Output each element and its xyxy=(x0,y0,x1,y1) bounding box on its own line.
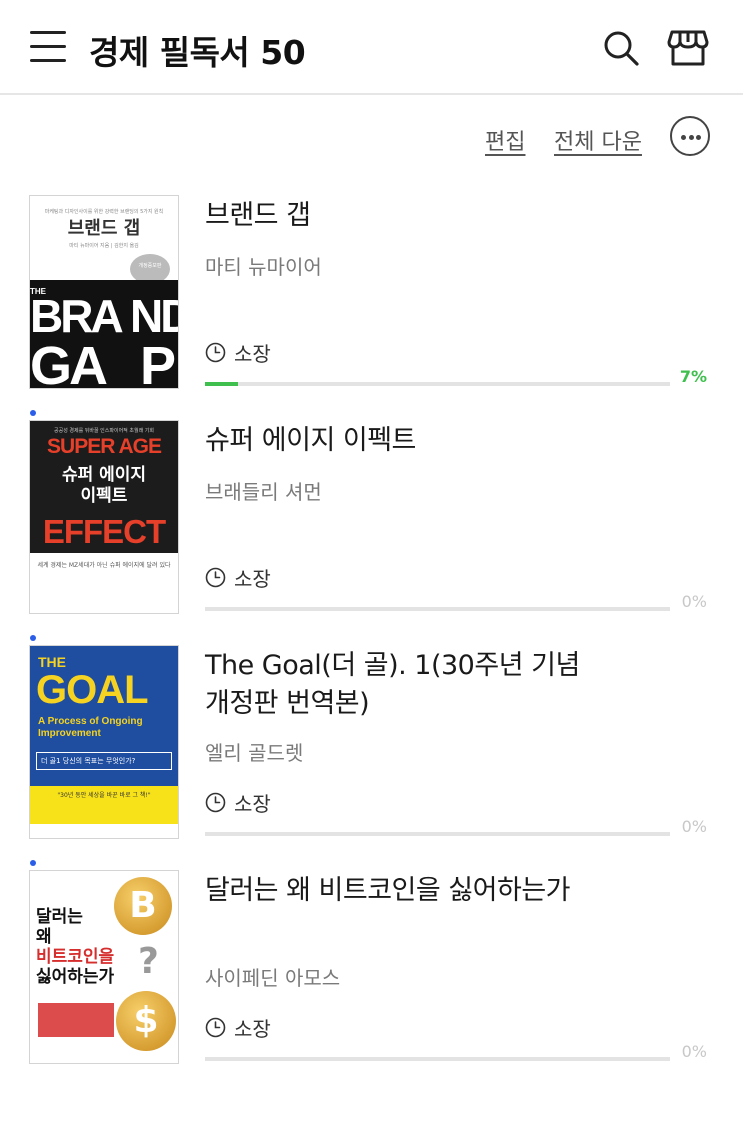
book-title: The Goal(더 골). 1(30주년 기념 개정판 번역본) xyxy=(205,650,580,719)
cover-title-line: 싫어하는가 xyxy=(36,967,115,987)
cover-tagline: 공공성 경제를 뒤바꿀 인스파이어적 초월래 기회 xyxy=(54,428,154,434)
cover-title-line: 비트코인을 xyxy=(36,947,115,967)
cover-top-text: SUPER AGE xyxy=(47,435,162,458)
new-indicator-dot xyxy=(30,860,36,866)
list-toolbar: 편집 전체 다운 xyxy=(0,116,743,160)
bitcoin-coin-icon: B xyxy=(114,877,172,935)
svg-text:BRA: BRA xyxy=(30,290,122,342)
book-author: 브래들리 셔먼 xyxy=(205,480,322,504)
cover-subtitle-line: A Process of Ongoing xyxy=(38,716,143,727)
book-cover: THE GOAL A Process of Ongoing Improvemen… xyxy=(29,645,179,839)
cover-goal: GOAL xyxy=(36,668,149,712)
owned-status: 소장 xyxy=(205,565,271,591)
cover-subtitle-line: Improvement xyxy=(38,728,101,739)
download-all-button[interactable]: 전체 다운 xyxy=(554,124,642,156)
cover-bottom-text: EFFECT xyxy=(42,513,166,550)
book-item[interactable]: THE GOAL A Process of Ongoing Improvemen… xyxy=(0,645,743,845)
dollar-coin-icon: $ xyxy=(116,991,176,1051)
progress-percent: 0% xyxy=(681,592,707,611)
svg-text:P: P xyxy=(140,336,176,388)
reading-progress-bar xyxy=(205,607,670,611)
cover-title-line: 달러는 xyxy=(36,907,83,927)
new-indicator-dot xyxy=(30,410,36,416)
reading-progress-bar xyxy=(205,1057,670,1061)
owned-label: 소장 xyxy=(234,1016,271,1041)
coin-symbol: $ xyxy=(133,1000,159,1041)
menu-icon[interactable] xyxy=(28,30,68,64)
svg-text:ND: ND xyxy=(130,290,178,342)
cover-title-line: 왜 xyxy=(36,927,52,947)
owned-status: 소장 xyxy=(205,340,271,366)
cover-band: 더 골1 당신의 목표는 무엇인가? xyxy=(36,752,172,770)
reading-progress-bar xyxy=(205,832,670,836)
owned-label: 소장 xyxy=(234,566,271,591)
cover-title: 달러는 왜 비트코인을 싫어하는가 xyxy=(36,907,114,987)
owned-label: 소장 xyxy=(234,341,271,366)
book-cover: B ? $ 달러는 왜 비트코인을 싫어하는가 xyxy=(29,870,179,1064)
book-item[interactable]: 마케팅과 디자인사이를 위한 강력한 브랜딩의 5가지 원칙 브랜드 갭 마티 … xyxy=(0,195,743,395)
progress-percent: 7% xyxy=(679,367,707,386)
cover-quote: "30년 동안 세상을 바꾼 바로 그 책!" xyxy=(30,786,178,824)
clock-icon xyxy=(205,567,226,587)
book-author: 마티 뉴마이어 xyxy=(205,255,322,279)
app-header: 경제 필독서 50 xyxy=(0,0,743,95)
clock-icon xyxy=(205,1017,226,1037)
book-title: 슈퍼 에이지 이펙트 xyxy=(205,425,416,456)
owned-status: 소장 xyxy=(205,1015,271,1041)
book-author: 사이페딘 아모스 xyxy=(205,966,341,990)
edit-button[interactable]: 편집 xyxy=(485,124,525,156)
reading-progress-bar xyxy=(205,382,670,386)
progress-percent: 0% xyxy=(681,817,707,836)
clock-icon xyxy=(205,792,226,812)
clock-icon xyxy=(205,342,226,362)
page-title: 경제 필독서 50 xyxy=(89,33,306,72)
book-cover: 공공성 경제를 뒤바꿀 인스파이어적 초월래 기회 SUPER AGE 슈퍼 에… xyxy=(29,420,179,614)
book-cover: 마케팅과 디자인사이를 위한 강력한 브랜딩의 5가지 원칙 브랜드 갭 마티 … xyxy=(29,195,179,389)
book-title: 달러는 왜 비트코인을 싫어하는가 xyxy=(205,875,571,906)
book-item[interactable]: B ? $ 달러는 왜 비트코인을 싫어하는가 달러는 왜 비트코인을 싫어하는… xyxy=(0,870,743,1070)
cover-author: 마티 뉴마이어 지음 | 김한지 옮김 xyxy=(69,243,139,249)
coin-symbol: B xyxy=(129,885,157,926)
owned-status: 소장 xyxy=(205,790,271,816)
book-author: 엘리 골드렛 xyxy=(205,741,304,765)
search-icon[interactable] xyxy=(601,28,641,68)
new-indicator-dot xyxy=(30,635,36,641)
svg-text:GA: GA xyxy=(30,336,107,388)
cover-title: 슈퍼 에이지 이펙트 xyxy=(30,465,178,507)
cover-subtitle: A Process of Ongoing Improvement xyxy=(38,716,143,740)
cover-title-line: 슈퍼 에이지 xyxy=(61,465,147,485)
cover-title-line: 이펙트 xyxy=(80,486,128,506)
book-title: 브랜드 갭 xyxy=(205,200,311,231)
cover-blurb: 세계 경제는 MZ세대가 아닌 슈퍼 에이지에 달려 있다 xyxy=(37,562,171,569)
book-item[interactable]: 공공성 경제를 뒤바꿀 인스파이어적 초월래 기회 SUPER AGE 슈퍼 에… xyxy=(0,420,743,620)
cover-title: 브랜드 갭 xyxy=(67,218,141,239)
more-options-icon[interactable] xyxy=(670,116,710,156)
question-mark: ? xyxy=(138,941,159,982)
store-icon[interactable] xyxy=(667,28,709,68)
owned-label: 소장 xyxy=(234,791,271,816)
progress-percent: 0% xyxy=(681,1042,707,1061)
